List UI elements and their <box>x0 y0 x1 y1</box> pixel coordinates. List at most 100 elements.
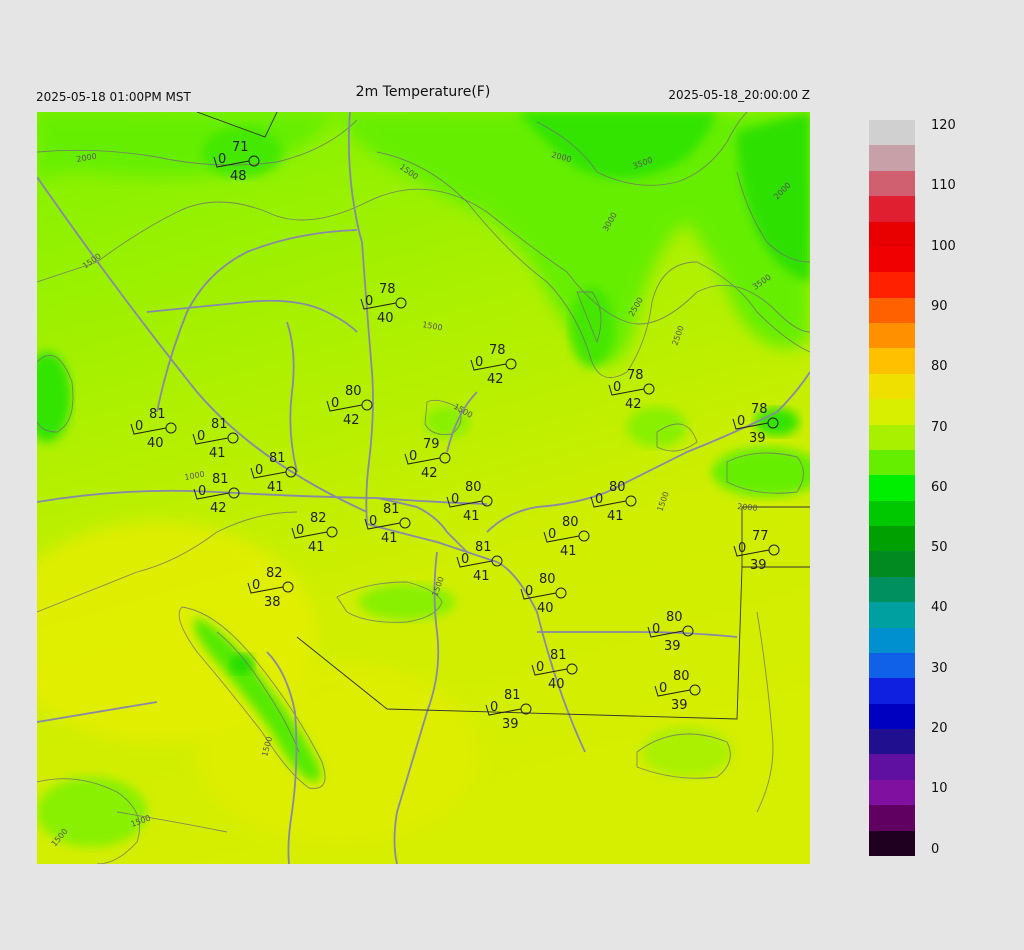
colorbar-swatch <box>869 678 915 705</box>
station-wind-speed: 0 <box>737 414 745 429</box>
station-dewpoint: 39 <box>749 431 766 446</box>
colorbar-swatch <box>869 323 915 349</box>
station-wind-speed: 0 <box>659 681 667 696</box>
station-wind-speed: 0 <box>613 380 621 395</box>
station-wind-speed: 0 <box>252 578 260 593</box>
colorbar-swatch <box>869 754 915 781</box>
station-temperature: 80 <box>539 572 556 587</box>
station-temperature: 80 <box>609 480 626 495</box>
station-wind-speed: 0 <box>536 660 544 675</box>
station-dewpoint: 39 <box>671 698 688 713</box>
station-wind-speed: 0 <box>451 492 459 507</box>
station-dewpoint: 39 <box>502 717 519 732</box>
station-dewpoint: 39 <box>750 558 767 573</box>
station-temperature: 81 <box>212 472 229 487</box>
station-temperature: 82 <box>266 566 283 581</box>
colorbar-tick-label: 40 <box>931 600 948 616</box>
station-dewpoint: 48 <box>230 169 247 184</box>
station-dewpoint: 40 <box>147 436 164 451</box>
colorbar-tick-label: 90 <box>931 298 948 314</box>
colorbar-swatch <box>869 779 915 806</box>
colorbar-swatch <box>869 424 915 451</box>
station-dewpoint: 41 <box>473 569 490 584</box>
colorbar-swatch <box>869 627 915 654</box>
colorbar-swatch <box>869 272 915 299</box>
valid-time-utc: 2025-05-18_20:00:00 Z <box>668 88 810 102</box>
station-temperature: 80 <box>666 610 683 625</box>
colorbar-swatch <box>869 170 915 197</box>
station-wind-speed: 0 <box>738 541 746 556</box>
station-temperature: 78 <box>751 402 768 417</box>
colorbar-swatch <box>869 348 915 375</box>
station-temperature: 71 <box>232 140 249 155</box>
colorbar-tick-label: 0 <box>931 841 940 857</box>
station-dewpoint: 41 <box>381 531 398 546</box>
station-wind-speed: 0 <box>198 484 206 499</box>
station-temperature: 80 <box>345 384 362 399</box>
station-temperature: 78 <box>379 282 396 297</box>
station-dewpoint: 41 <box>209 446 226 461</box>
colorbar-tick-label: 80 <box>931 359 948 375</box>
colorbar-tick-label: 120 <box>931 118 956 133</box>
station-dewpoint: 41 <box>308 540 325 555</box>
station-wind-speed: 0 <box>461 552 469 567</box>
station-dewpoint: 40 <box>377 311 394 326</box>
colorbar-swatch <box>869 602 915 629</box>
colorbar-tick-label: 20 <box>931 721 948 736</box>
station-wind-speed: 0 <box>525 584 533 599</box>
colorbar-swatch <box>869 500 915 527</box>
colorbar-swatch <box>869 449 915 476</box>
station-temperature: 81 <box>383 502 400 517</box>
station-dewpoint: 40 <box>548 677 565 692</box>
station-temperature: 81 <box>149 407 166 422</box>
colorbar-swatch <box>869 576 915 603</box>
colorbar-swatch <box>869 729 915 755</box>
colorbar-swatch <box>869 145 915 172</box>
colorbar-swatch <box>869 373 915 400</box>
colorbar-tick-label: 100 <box>931 238 956 254</box>
station-wind-speed: 0 <box>369 514 377 529</box>
temperature-map: 2000 1500 2000 3500 3000 2500 2000 3500 2500 1500… <box>37 112 810 864</box>
station-wind-speed: 0 <box>365 294 373 309</box>
station-dewpoint: 41 <box>267 480 284 495</box>
station-temperature: 80 <box>673 669 690 684</box>
colorbar-swatch <box>869 196 915 222</box>
station-wind-speed: 0 <box>548 527 556 542</box>
station-temperature: 81 <box>475 540 492 555</box>
colorbar-tick-label: 60 <box>931 479 948 495</box>
station-temperature: 80 <box>465 480 482 495</box>
station-dewpoint: 42 <box>421 466 438 481</box>
station-temperature: 81 <box>550 648 567 663</box>
colorbar-tick-label: 50 <box>931 540 948 556</box>
station-wind-speed: 0 <box>652 622 660 637</box>
station-dewpoint: 42 <box>625 397 642 412</box>
station-wind-speed: 0 <box>255 463 263 478</box>
station-wind-speed: 0 <box>331 396 339 411</box>
station-temperature: 79 <box>423 437 440 452</box>
colorbar-swatch <box>869 652 915 679</box>
station-temperature: 81 <box>269 451 286 466</box>
colorbar-tick-label: 70 <box>931 419 948 435</box>
contour-label: 2000 <box>737 502 758 513</box>
colorbar-tick-label: 30 <box>931 660 948 676</box>
station-dewpoint: 38 <box>264 595 281 610</box>
station-wind-speed: 0 <box>490 700 498 715</box>
station-temperature: 77 <box>752 529 769 544</box>
station-dewpoint: 42 <box>210 501 227 516</box>
station-wind-speed: 0 <box>218 152 226 167</box>
temperature-colorbar <box>869 120 915 857</box>
colorbar-swatch <box>869 551 915 578</box>
station-temperature: 78 <box>489 343 506 358</box>
station-dewpoint: 40 <box>537 601 554 616</box>
station-wind-speed: 0 <box>197 429 205 444</box>
station-dewpoint: 42 <box>487 372 504 387</box>
station-dewpoint: 41 <box>607 509 624 524</box>
station-dewpoint: 42 <box>343 413 360 428</box>
colorbar-tick-label: 110 <box>931 178 956 194</box>
colorbar-swatch <box>869 703 915 730</box>
station-wind-speed: 0 <box>595 492 603 507</box>
station-temperature: 81 <box>504 688 521 703</box>
station-wind-speed: 0 <box>135 419 143 434</box>
station-temperature: 78 <box>627 368 644 383</box>
station-wind-speed: 0 <box>296 523 304 538</box>
